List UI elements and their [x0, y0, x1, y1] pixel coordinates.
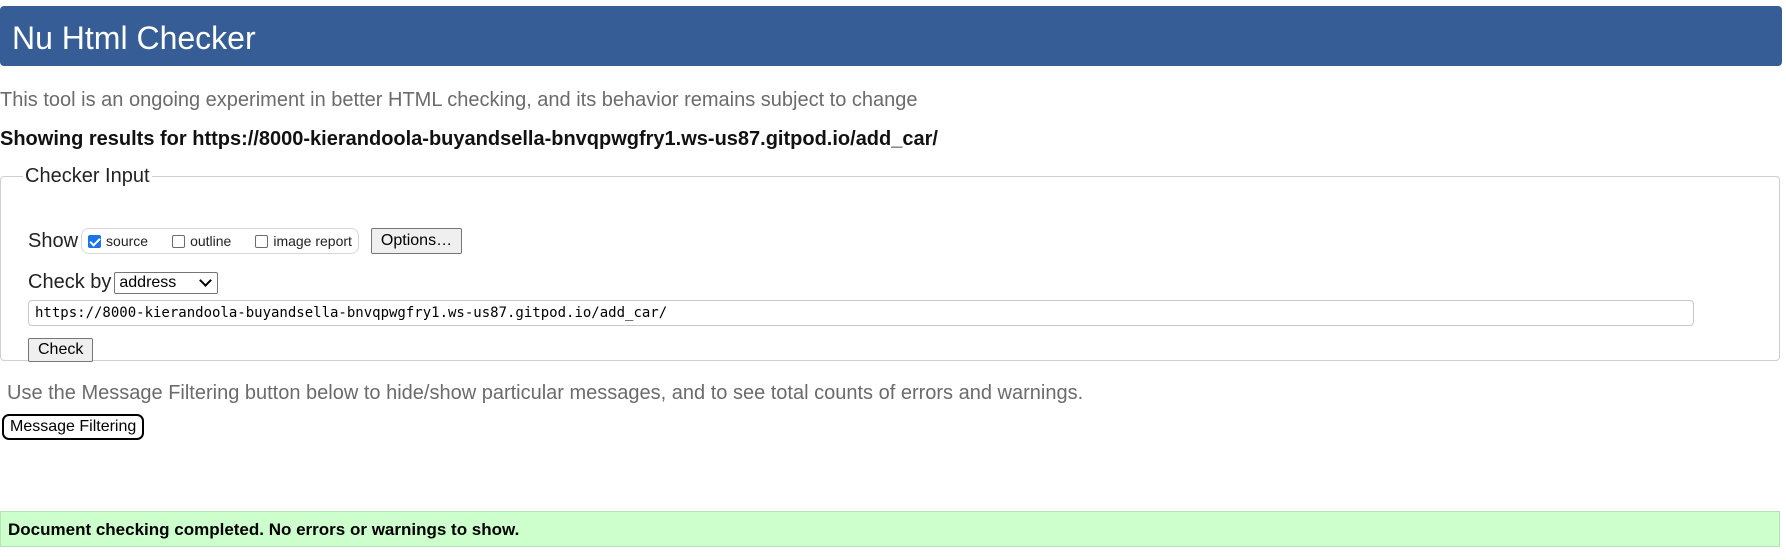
- show-options-group: source outline image report: [81, 228, 359, 254]
- check-row: Check: [28, 338, 94, 362]
- show-row: Show source outline image report Options…: [28, 228, 463, 254]
- results-prefix: Showing results for: [0, 128, 193, 150]
- results-heading: Showing results for https://8000-kierand…: [0, 128, 938, 151]
- chevron-down-icon: [199, 274, 213, 287]
- show-image-report-option[interactable]: image report: [255, 233, 352, 249]
- page-header: Nu Html Checker: [0, 6, 1782, 66]
- source-checkbox[interactable]: [88, 234, 102, 248]
- results-url: https://8000-kierandoola-buyandsella-bnv…: [192, 128, 938, 150]
- outline-checkbox[interactable]: [172, 234, 186, 248]
- image-report-checkbox[interactable]: [255, 234, 269, 248]
- check-button[interactable]: Check: [28, 338, 94, 362]
- check-by-row: Check by address: [28, 271, 219, 294]
- status-banner: Document checking completed. No errors o…: [0, 511, 1780, 547]
- show-label: Show: [28, 229, 79, 252]
- outline-label[interactable]: outline: [190, 233, 231, 249]
- check-by-select[interactable]: address: [114, 271, 219, 294]
- check-by-selected-value: address: [119, 273, 177, 291]
- page-title: Nu Html Checker: [12, 20, 256, 56]
- checker-input-fieldset: Checker Input Show source outline image …: [0, 165, 1780, 362]
- show-outline-option[interactable]: outline: [172, 233, 231, 249]
- checker-legend: Checker Input: [25, 165, 150, 187]
- status-message: Document checking completed. No errors o…: [8, 520, 520, 539]
- url-input[interactable]: https://8000-kierandoola-buyandsella-bnv…: [28, 300, 1694, 326]
- image-report-label[interactable]: image report: [273, 233, 352, 249]
- filtering-hint: Use the Message Filtering button below t…: [7, 382, 1084, 404]
- options-button[interactable]: Options…: [370, 228, 463, 254]
- source-label[interactable]: source: [106, 233, 148, 249]
- tagline: This tool is an ongoing experiment in be…: [0, 89, 918, 111]
- message-filtering-button[interactable]: Message Filtering: [2, 414, 145, 440]
- check-by-label: Check by: [28, 271, 112, 293]
- show-source-option[interactable]: source: [88, 233, 148, 249]
